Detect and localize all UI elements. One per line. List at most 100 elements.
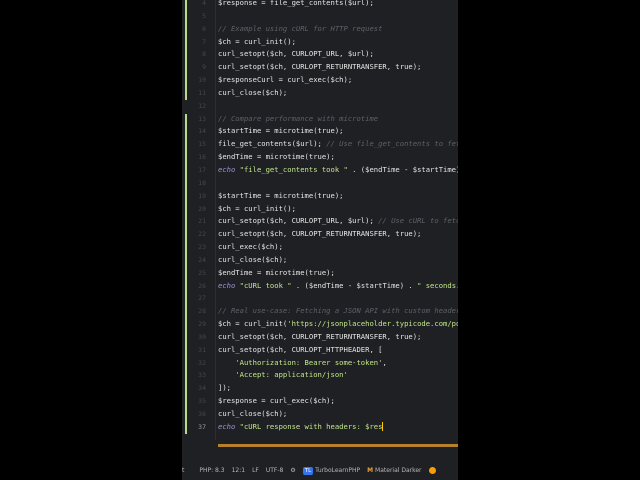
code-line[interactable]: 19 $startTime = microtime(true); bbox=[182, 190, 458, 203]
line-number: 19 bbox=[198, 191, 206, 200]
line-text: curl_exec($ch); bbox=[218, 241, 283, 254]
line-text: $ch = curl_init(); bbox=[218, 203, 296, 216]
line-number: 28 bbox=[198, 307, 206, 316]
code-editor[interactable]: 4 $response = file_get_contents($url); 5 6 /… bbox=[182, 0, 458, 480]
code-line[interactable]: 22 curl_setopt($ch, CURLOPT_RETURNTRANSFE… bbox=[182, 228, 458, 241]
code-line[interactable]: 8 curl_setopt($ch, CURLOPT_URL, $url); bbox=[182, 48, 458, 61]
line-text: $endTime = microtime(true); bbox=[218, 267, 335, 280]
line-text: $responseCurl = curl_exec($ch); bbox=[218, 74, 352, 87]
code-line[interactable]: 20 $ch = curl_init(); bbox=[182, 203, 458, 216]
code-line[interactable]: 7 $ch = curl_init(); bbox=[182, 36, 458, 49]
code-line[interactable]: 25 $endTime = microtime(true); bbox=[182, 267, 458, 280]
code-line[interactable]: 10 $responseCurl = curl_exec($ch); bbox=[182, 74, 458, 87]
code-line[interactable]: 30 curl_setopt($ch, CURLOPT_RETURNTRANSFE… bbox=[182, 331, 458, 344]
code-line[interactable]: 26 echo "cURL took " . ($endTime - $start… bbox=[182, 280, 458, 293]
code-line[interactable]: 17 echo "file_get_contents took " . ($end… bbox=[182, 164, 458, 177]
line-number: 21 bbox=[198, 217, 206, 226]
code-token: curl_setopt($ch, CURLOPT_URL, $url); bbox=[218, 216, 379, 226]
code-line[interactable]: 13 // Compare performance with microtime bbox=[182, 113, 458, 126]
code-line[interactable]: 18 bbox=[182, 177, 458, 190]
code-line[interactable]: 11 curl_close($ch); bbox=[182, 87, 458, 100]
code-line[interactable]: 32 'Authorization: Bearer some-token', bbox=[182, 357, 458, 370]
code-line[interactable]: 31 curl_setopt($ch, CURLOPT_HTTPHEADER, [ bbox=[182, 344, 458, 357]
line-text: $response = file_get_contents($url); bbox=[218, 0, 374, 10]
encoding[interactable]: UTF-8 bbox=[266, 467, 284, 474]
code-line[interactable]: 28 // Real use-case: Fetching a JSON API … bbox=[182, 305, 458, 318]
code-line[interactable]: 23 curl_exec($ch); bbox=[182, 241, 458, 254]
code-token: curl_close($ch); bbox=[218, 254, 288, 264]
line-number: 13 bbox=[198, 114, 206, 123]
line-number: 29 bbox=[198, 320, 206, 329]
plugin-item[interactable]: TL TurboLearnPHP bbox=[302, 466, 361, 475]
code-token: // Compare performance with microtime bbox=[218, 113, 379, 123]
code-lines[interactable]: 4 $response = file_get_contents($url); 5 6 /… bbox=[182, 0, 458, 434]
line-number: 23 bbox=[198, 243, 206, 252]
code-token: $ch = curl_init(); bbox=[218, 36, 296, 46]
code-line[interactable]: 34]); bbox=[182, 382, 458, 395]
code-line[interactable]: 5 bbox=[182, 10, 458, 23]
code-token: . ($endTime - $startTime) . bbox=[291, 280, 418, 290]
code-token: , bbox=[382, 357, 387, 367]
line-text: ]); bbox=[218, 382, 231, 395]
line-number: 27 bbox=[198, 294, 206, 303]
code-line[interactable]: 6 // Example using cURL for HTTP request bbox=[182, 23, 458, 36]
code-token: $response = curl_exec($ch); bbox=[218, 396, 335, 406]
line-text: curl_setopt($ch, CURLOPT_URL, $url); // … bbox=[218, 215, 458, 228]
code-token: $endTime = microtime(true); bbox=[218, 267, 335, 277]
line-text: echo "file_get_contents took " . ($endTi… bbox=[218, 164, 458, 177]
status-bar: t PHP: 8.3 12:1 LF UTF-8 ⚙ TL TurboLearn… bbox=[182, 462, 458, 478]
line-text: $startTime = microtime(true); bbox=[218, 190, 344, 203]
code-token: " seconds.\n" bbox=[417, 280, 458, 290]
code-token: curl_setopt($ch, CURLOPT_URL, $url); bbox=[218, 49, 374, 59]
code-token: 'Authorization: Bearer some-token' bbox=[235, 357, 383, 367]
code-line[interactable]: 16 $endTime = microtime(true); bbox=[182, 151, 458, 164]
code-line[interactable]: 21 curl_setopt($ch, CURLOPT_URL, $url); /… bbox=[182, 215, 458, 228]
line-number: 12 bbox=[198, 101, 206, 110]
php-version[interactable]: PHP: 8.3 bbox=[199, 467, 224, 474]
code-line[interactable]: 27 bbox=[182, 292, 458, 305]
line-number: 8 bbox=[202, 50, 206, 59]
line-number: 32 bbox=[198, 358, 206, 367]
code-token: $startTime = microtime(true); bbox=[218, 190, 344, 200]
code-token: curl_setopt($ch, CURLOPT_RETURNTRANSFER,… bbox=[218, 331, 422, 341]
code-token: 'https://jsonplaceholder.typicode.com/po… bbox=[287, 319, 458, 329]
code-line[interactable]: 9 curl_setopt($ch, CURLOPT_RETURNTRANSFER… bbox=[182, 61, 458, 74]
code-line[interactable]: 35 $response = curl_exec($ch); bbox=[182, 395, 458, 408]
line-text: $endTime = microtime(true); bbox=[218, 151, 335, 164]
line-number: 35 bbox=[198, 397, 206, 406]
code-line[interactable]: 37 echo "cURL response with headers: $res bbox=[182, 421, 458, 434]
line-number: 33 bbox=[198, 371, 206, 380]
cursor-position[interactable]: 12:1 bbox=[232, 467, 245, 474]
line-number: 14 bbox=[198, 127, 206, 136]
line-number: 22 bbox=[198, 230, 206, 239]
code-line[interactable]: 15 file_get_contents($url); // Use file_g… bbox=[182, 138, 458, 151]
code-line[interactable]: 14 $startTime = microtime(true); bbox=[182, 125, 458, 138]
code-token: ]); bbox=[218, 383, 231, 393]
line-number: 17 bbox=[198, 165, 206, 174]
plugin-label: TurboLearnPHP bbox=[315, 466, 361, 474]
code-line[interactable]: 4 $response = file_get_contents($url); bbox=[182, 0, 458, 10]
line-text: // Compare performance with microtime bbox=[218, 113, 378, 126]
code-line[interactable]: 36 curl_close($ch); bbox=[182, 408, 458, 421]
theme-label: Material Darker bbox=[375, 466, 422, 474]
code-token: curl_setopt($ch, CURLOPT_RETURNTRANSFER,… bbox=[218, 229, 422, 239]
code-token: . ($endTime - $startTime) . bbox=[352, 164, 458, 174]
code-line[interactable]: 24 curl_close($ch); bbox=[182, 254, 458, 267]
line-text: curl_close($ch); bbox=[218, 87, 287, 100]
line-number: 25 bbox=[198, 268, 206, 277]
code-line[interactable]: 29 $ch = curl_init('https://jsonplacehold… bbox=[182, 318, 458, 331]
line-number: 10 bbox=[198, 76, 206, 85]
line-ending[interactable]: LF bbox=[252, 467, 259, 474]
line-text: echo "cURL response with headers: $res bbox=[218, 421, 384, 434]
code-line[interactable]: 33 'Accept: application/json' bbox=[182, 369, 458, 382]
settings-icon[interactable]: ⚙ bbox=[290, 467, 295, 474]
notification-icon[interactable] bbox=[428, 466, 436, 474]
code-token: $ch = curl_init(); bbox=[218, 203, 296, 213]
code-token: "file_get_contents took " bbox=[239, 164, 348, 174]
code-line[interactable]: 12 bbox=[182, 100, 458, 113]
code-token: curl_exec($ch); bbox=[218, 242, 283, 252]
theme-item[interactable]: M Material Darker bbox=[367, 467, 421, 474]
theme-icon: M bbox=[367, 466, 374, 474]
line-text: curl_setopt($ch, CURLOPT_RETURNTRANSFER,… bbox=[218, 331, 421, 344]
